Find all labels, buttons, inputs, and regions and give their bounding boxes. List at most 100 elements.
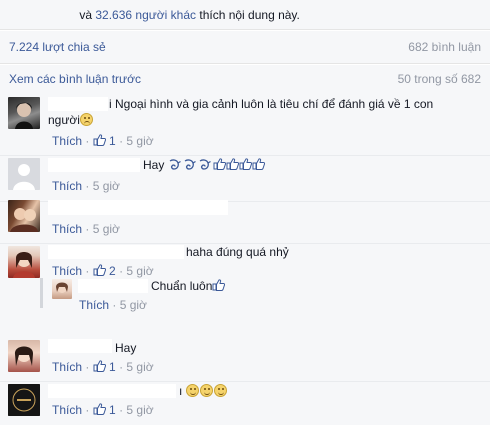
separator: · <box>85 222 90 236</box>
curl-sticker-icon <box>183 158 197 171</box>
likes-conjunction: và <box>79 8 93 22</box>
comment-actions: Thích · 5 giờ <box>52 179 120 193</box>
thumbs-up-icon[interactable] <box>93 134 106 146</box>
comment-time[interactable]: 5 giờ <box>126 134 153 148</box>
comment-text: Hay <box>115 341 137 355</box>
comment-actions: Thích · 1 · 5 giờ <box>52 134 154 148</box>
avatar[interactable] <box>8 200 40 232</box>
comment-time[interactable]: 5 giờ <box>93 179 120 193</box>
likes-summary: và 32.636 người khác thích nội dung này. <box>0 0 490 30</box>
avatar-photo-icon <box>14 346 34 366</box>
like-button[interactable]: Thích <box>52 179 82 193</box>
thumbs-up-icon <box>212 279 225 291</box>
avatar[interactable] <box>8 384 40 416</box>
reply-avatar[interactable] <box>52 279 72 299</box>
avatar-photo-icon <box>56 282 68 293</box>
avatar-photo-icon <box>15 102 33 129</box>
like-button[interactable]: Thích <box>52 264 82 278</box>
avatar-logo-icon <box>8 384 40 416</box>
comment-time[interactable]: 5 giờ <box>126 360 153 374</box>
comment-actions: Thích · 5 giờ <box>52 222 120 236</box>
redacted-name <box>8 8 76 23</box>
separator: · <box>119 403 124 417</box>
smile-emoji-icon <box>185 384 199 397</box>
separator: · <box>85 403 90 417</box>
like-button[interactable]: Thích <box>52 222 82 236</box>
likes-count-link[interactable]: 32.636 người khác <box>95 8 196 22</box>
reply-text-row: Chuẩn luôn <box>151 278 225 294</box>
like-count[interactable]: 2 <box>109 264 116 278</box>
comment-time[interactable]: 5 giờ <box>93 222 120 236</box>
thumbs-up-icon <box>239 158 252 170</box>
comment-time[interactable]: 5 giờ <box>126 264 153 278</box>
shares-bar: 7.224 lượt chia sẻ 682 bình luận <box>0 31 490 64</box>
redacted-name <box>48 339 112 353</box>
reply-thread-line <box>40 278 43 308</box>
thumbs-up-icon[interactable] <box>93 403 106 415</box>
redacted-name <box>48 158 140 172</box>
comment-list: i Ngoại hình và gia cảnh luôn là tiêu ch… <box>0 91 490 425</box>
like-count[interactable]: 1 <box>109 134 116 148</box>
thumbs-up-icon <box>226 158 239 170</box>
like-button[interactable]: Thích <box>52 360 82 374</box>
comment-item: ı Thích · 1 · 5 giờ <box>0 381 490 425</box>
comment-item: Hay Thích · 5 giờ <box>0 155 490 201</box>
thumbs-up-icon <box>213 158 226 170</box>
like-button[interactable]: Thích <box>79 298 109 312</box>
comment-text: Hay <box>143 158 165 172</box>
comment-item: Thích · 5 giờ <box>0 200 490 243</box>
like-count[interactable]: 1 <box>109 403 116 417</box>
comment-actions: Thích · 1 · 5 giờ <box>52 360 154 374</box>
previous-comments-bar: Xem các bình luận trước 50 trong số 682 <box>0 65 490 91</box>
redacted-name <box>48 97 108 111</box>
comment-text: i Ngoại hình và gia cảnh luôn là tiêu ch… <box>109 97 434 111</box>
like-button[interactable]: Thích <box>52 403 82 417</box>
curl-sticker-icon <box>168 158 182 171</box>
comment-page-count: 50 trong số 682 <box>397 72 481 86</box>
like-button[interactable]: Thích <box>52 134 82 148</box>
default-avatar-icon <box>8 158 40 190</box>
avatar[interactable] <box>8 246 40 278</box>
comment-text-row: ı <box>179 383 228 399</box>
separator: · <box>119 264 124 278</box>
comment-actions: Thích · 2 · 5 giờ <box>52 264 154 278</box>
comment-time[interactable]: 5 giờ <box>120 298 147 312</box>
separator: · <box>119 134 124 148</box>
thumbs-up-icon <box>252 158 265 170</box>
thumbs-up-icon[interactable] <box>93 360 106 372</box>
comment-text: haha đúng quá nhỷ <box>186 245 289 259</box>
avatar[interactable] <box>8 340 40 372</box>
redacted-name <box>78 279 148 293</box>
avatar[interactable] <box>8 97 40 129</box>
comment-actions: Thích · 1 · 5 giờ <box>52 403 154 417</box>
thumbs-up-icon[interactable] <box>93 264 106 276</box>
smile-emoji-icon <box>199 384 213 397</box>
avatar-photo-icon <box>13 252 35 278</box>
smile-emoji-icon <box>213 384 227 397</box>
sad-emoji-icon <box>79 113 93 126</box>
comment-text-row: Hay <box>143 157 265 173</box>
comment-text-line2: người <box>48 113 80 127</box>
comment-text-continued: người <box>48 112 94 128</box>
avatar[interactable] <box>8 158 40 190</box>
comment-item: Hay Thích · 1 · 5 giờ <box>0 339 490 379</box>
curl-sticker-icon <box>198 158 212 171</box>
avatar-photo-icon <box>10 208 38 232</box>
view-previous-comments-link[interactable]: Xem các bình luận trước <box>9 72 141 86</box>
separator: · <box>85 179 90 193</box>
reply-actions: Thích · 5 giờ <box>79 298 147 312</box>
comments-count: 682 bình luận <box>408 40 481 54</box>
redacted-name <box>48 384 176 398</box>
redacted-name <box>48 200 228 215</box>
comment-time[interactable]: 5 giờ <box>126 403 153 417</box>
likes-suffix: thích nội dung này. <box>199 8 300 22</box>
like-count[interactable]: 1 <box>109 360 116 374</box>
separator: · <box>85 134 90 148</box>
comment-text: ı <box>179 384 183 398</box>
comment-item: i Ngoại hình và gia cảnh luôn là tiêu ch… <box>0 91 490 155</box>
separator: · <box>119 360 124 374</box>
comment-item: haha đúng quá nhỷ Thích · 2 · 5 giờ Chuẩ… <box>0 243 490 341</box>
shares-link[interactable]: 7.224 lượt chia sẻ <box>9 40 106 54</box>
redacted-name <box>48 245 184 259</box>
reply-text: Chuẩn luôn <box>151 279 213 293</box>
